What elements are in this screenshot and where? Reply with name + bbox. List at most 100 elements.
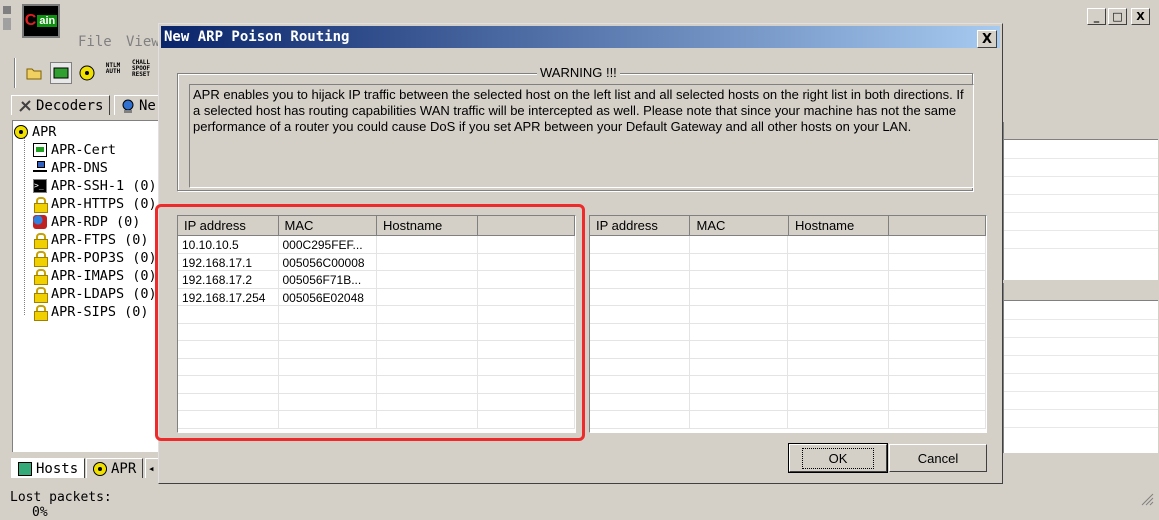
tree-item-apr-imaps[interactable]: APR-IMAPS (0) (33, 267, 157, 285)
tab-network-label: Ne (139, 97, 156, 114)
challenge-spoof-reset-icon[interactable]: CHALL SPOOF RESET (129, 60, 153, 78)
cell-hostname (788, 288, 889, 305)
tree-item-apr-sips[interactable]: APR-SIPS (0) (33, 303, 149, 321)
maximize-button[interactable]: □ (1108, 8, 1127, 25)
table-row[interactable] (590, 288, 986, 306)
cell-hostname (788, 236, 889, 253)
new-arp-poison-routing-dialog: New ARP Poison Routing X WARNING !!! APR… (155, 23, 1003, 484)
cell-ip (590, 393, 691, 410)
cell-ip (590, 376, 691, 393)
table-row[interactable] (590, 376, 986, 394)
column-mac[interactable]: MAC (690, 216, 789, 236)
cell-extra (889, 323, 986, 340)
cell-hostname (788, 253, 889, 270)
arrow-left-icon: ◂ (148, 462, 155, 475)
lost-packets-value: 0% (32, 505, 48, 520)
table-row[interactable] (590, 236, 986, 254)
tree-item-apr-ssh1[interactable]: >_ APR-SSH-1 (0) (33, 177, 157, 195)
column-hostname[interactable]: Hostname (788, 216, 890, 236)
tab-decoders[interactable]: Decoders (11, 95, 111, 115)
tab-apr[interactable]: APR (86, 458, 144, 478)
lock-icon (33, 197, 48, 213)
tree-item-apr-ldaps[interactable]: APR-LDAPS (0) (33, 285, 157, 303)
lost-packets-label: Lost packets: (10, 490, 112, 505)
cell-ip (590, 411, 691, 428)
apr-toggle-icon[interactable] (76, 62, 98, 84)
network-icon (121, 99, 135, 113)
hosts-icon (18, 461, 32, 476)
cell-mac (690, 236, 789, 253)
dialog-title-bar[interactable]: New ARP Poison Routing X (161, 26, 1000, 48)
tree-root-apr[interactable]: APR (14, 123, 57, 141)
tab-decoders-label: Decoders (36, 97, 104, 114)
minimize-button[interactable]: _ (1087, 8, 1106, 25)
tree-item-apr-dns[interactable]: APR-DNS (33, 159, 108, 177)
resize-grip-icon[interactable] (1138, 490, 1154, 506)
cell-ip (590, 358, 691, 375)
system-menu-icon[interactable] (3, 6, 11, 14)
lock-icon (33, 305, 48, 321)
column-extra[interactable] (889, 216, 986, 236)
tab-hosts[interactable]: Hosts (11, 458, 86, 478)
table-row[interactable] (590, 358, 986, 376)
tree-item-apr-rdp[interactable]: APR-RDP (0) (33, 213, 140, 231)
network-icon (33, 161, 47, 175)
tree-item-apr-https[interactable]: APR-HTTPS (0) (33, 195, 157, 213)
table-row[interactable] (590, 306, 986, 324)
tree-root-label: APR (32, 124, 57, 140)
cain-logo: Cain (22, 4, 60, 38)
cell-mac (690, 288, 789, 305)
table-row[interactable] (590, 323, 986, 341)
cancel-button[interactable]: Cancel (889, 444, 987, 472)
ntlm-auth-icon[interactable]: NTLM AUTH (102, 63, 124, 75)
cell-mac (690, 393, 789, 410)
tree-item-label: APR-POP3S (0) (51, 250, 157, 266)
right-host-list[interactable]: IP address MAC Hostname (589, 215, 987, 433)
table-row[interactable] (590, 253, 986, 271)
cell-ip (590, 236, 691, 253)
cell-mac (690, 271, 789, 288)
right-list-header: IP address MAC Hostname (590, 216, 986, 236)
radiation-icon (14, 125, 28, 139)
menu-view[interactable]: View (126, 34, 160, 50)
cell-extra (889, 376, 986, 393)
cell-extra (889, 288, 986, 305)
table-row[interactable] (590, 411, 986, 429)
tree-item-apr-pop3s[interactable]: APR-POP3S (0) (33, 249, 157, 267)
close-window-button[interactable]: X (1131, 8, 1150, 25)
tab-apr-label: APR (111, 460, 137, 477)
tab-network[interactable]: Ne (114, 95, 160, 115)
lock-icon (33, 233, 48, 249)
lock-icon (33, 251, 48, 267)
cell-ip (590, 253, 691, 270)
cell-mac (690, 341, 789, 358)
lock-icon (33, 287, 48, 303)
cell-hostname (788, 376, 889, 393)
tab-hosts-label: Hosts (36, 460, 79, 477)
sniffer-toggle-icon[interactable] (50, 62, 72, 84)
tab-scroll-left[interactable]: ◂ (145, 458, 159, 478)
column-ip-address[interactable]: IP address (590, 216, 691, 236)
decoders-icon (18, 99, 32, 113)
table-row[interactable] (590, 341, 986, 359)
menu-file[interactable]: File (78, 34, 112, 50)
tree-item-apr-cert[interactable]: APR-Cert (33, 141, 116, 159)
cell-hostname (788, 341, 889, 358)
tree-item-apr-ftps[interactable]: APR-FTPS (0) (33, 231, 149, 249)
open-folder-icon[interactable] (23, 62, 45, 84)
resize-icon (3, 18, 11, 30)
tree-item-label: APR-RDP (0) (51, 214, 141, 230)
cell-ip (590, 341, 691, 358)
toolbar-separator (14, 58, 16, 88)
background-list-bottom (1003, 283, 1158, 453)
dialog-title: New ARP Poison Routing (164, 29, 350, 45)
close-icon: X (981, 31, 993, 47)
table-row[interactable] (590, 393, 986, 411)
table-row[interactable] (590, 271, 986, 289)
cell-extra (889, 271, 986, 288)
dialog-close-button[interactable]: X (977, 30, 997, 48)
terminal-icon: >_ (33, 179, 47, 193)
ok-button[interactable]: OK (788, 443, 888, 473)
cell-hostname (788, 323, 889, 340)
cell-mac (690, 411, 789, 428)
